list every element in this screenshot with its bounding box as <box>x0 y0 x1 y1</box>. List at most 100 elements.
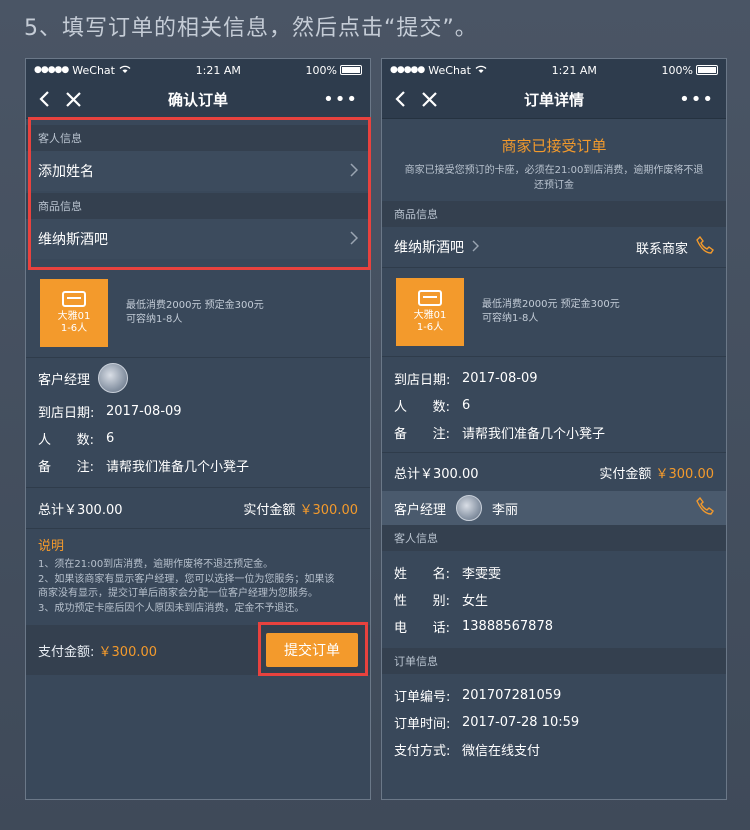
pay-method-row: 支付方式: 微信在线支付 <box>382 736 726 763</box>
back-icon[interactable] <box>394 88 406 112</box>
actual-label: 实付金额 <box>243 502 296 518</box>
status-time: 1:21 AM <box>551 63 597 77</box>
instruction-heading: 5、填写订单的相关信息，然后点击“提交”。 <box>24 16 478 41</box>
carrier-label: WeChat <box>428 63 471 77</box>
phone-label-b: 话: <box>432 621 450 636</box>
gender-value: 女生 <box>462 594 489 609</box>
phone-row: 电 话: 13888567878 <box>382 613 726 640</box>
highlight-box-submit <box>258 622 368 676</box>
people-label-b: 数: <box>432 400 450 415</box>
phone-label-a: 电 <box>394 621 408 636</box>
people-label-a: 人 <box>394 400 408 415</box>
close-icon[interactable] <box>66 88 81 112</box>
order-section-label: 订单信息 <box>382 648 726 674</box>
manager-row: 客户经理 李丽 <box>382 491 726 525</box>
signal-icon: ●●●●● <box>390 65 425 75</box>
call-manager-icon[interactable] <box>696 496 714 519</box>
carrier-label: WeChat <box>72 63 115 77</box>
name-label-a: 姓 <box>394 567 408 582</box>
pay-method-label: 支付方式: <box>394 744 451 759</box>
note-line-2b: 商家没有显示，提交订单后商家会分配一位客户经理为您服务。 <box>38 588 318 599</box>
product-card: 大雅01 1-6人 最低消费2000元 预定金300元 可容纳1-8人 <box>382 268 726 357</box>
remark-value: 请帮我们准备几个小凳子 <box>106 460 250 475</box>
accepted-desc-2: 还预订金 <box>534 179 574 191</box>
note-text: 1、须在21:00到店消费，逾期作废将不退还预定金。 2、如果该商家有显示客户经… <box>26 558 370 616</box>
guest-section-label: 客人信息 <box>382 525 726 551</box>
battery-percent: 100% <box>305 63 337 77</box>
manager-label: 客户经理 <box>394 502 447 518</box>
venue-name: 维纳斯酒吧 <box>394 240 464 256</box>
thumb-line2: 1-6人 <box>60 323 88 334</box>
remark-label-a: 备 <box>38 460 52 475</box>
product-card: 大雅01 1-6人 最低消费2000元 预定金300元 可容纳1-8人 <box>26 269 370 358</box>
capacity: 可容纳1-8人 <box>126 314 183 325</box>
manager-row[interactable]: 客户经理 <box>26 358 370 398</box>
remark-label-b: 注: <box>432 427 450 442</box>
close-icon[interactable] <box>422 88 437 112</box>
product-thumbnail: 大雅01 1-6人 <box>40 279 108 347</box>
gender-label-a: 性 <box>394 594 408 609</box>
wifi-icon <box>119 64 131 77</box>
chevron-right-icon <box>468 240 480 256</box>
note-line-1: 1、须在21:00到店消费，逾期作废将不退还预定金。 <box>38 559 274 570</box>
note-line-2a: 2、如果该商家有显示客户经理，您可以选择一位为您服务；如果该 <box>38 573 335 585</box>
phone-icon <box>696 235 714 258</box>
manager-avatar[interactable] <box>98 363 129 393</box>
order-time-label: 订单时间: <box>394 717 451 732</box>
status-bar: ●●●●● WeChat 1:21 AM 100% <box>26 59 370 81</box>
contact-merchant-button[interactable]: 联系商家 <box>635 235 714 258</box>
name-value: 李雯雯 <box>462 567 502 582</box>
date-label: 到店日期: <box>394 373 451 388</box>
page-title: 订单详情 <box>523 91 584 109</box>
date-value: 2017-08-09 <box>106 404 182 419</box>
total-label: 总计￥300.00 <box>38 502 123 518</box>
total-row: 总计￥300.00 实付金额 ￥300.00 <box>26 488 370 528</box>
order-no-label: 订单编号: <box>394 690 451 705</box>
product-thumbnail: 大雅01 1-6人 <box>396 278 464 346</box>
more-icon[interactable]: ••• <box>288 89 358 110</box>
actual-value: ￥300.00 <box>299 502 359 518</box>
thumb-line1: 大雅01 <box>57 310 91 322</box>
status-bar: ●●●●● WeChat 1:21 AM 100% <box>382 59 726 81</box>
battery-icon <box>696 65 718 75</box>
phone-value: 13888567878 <box>462 619 553 634</box>
remark-row: 备 注: 请帮我们准备几个小凳子 <box>26 452 370 479</box>
signal-icon: ●●●●● <box>34 65 69 75</box>
note-title: 说明 <box>38 539 65 554</box>
order-no-row: 订单编号: 201707281059 <box>382 682 726 709</box>
gender-label-b: 别: <box>432 594 450 609</box>
manager-avatar <box>456 495 483 521</box>
people-label-a: 人 <box>38 433 52 448</box>
remark-row: 备 注: 请帮我们准备几个小凳子 <box>382 419 726 446</box>
name-label-b: 名: <box>432 567 450 582</box>
note-line-3: 3、成功预定卡座后因个人原因未到店消费，定金不予退还。 <box>38 602 305 614</box>
order-accepted-desc: 商家已接受您预订的卡座，必须在21:00到店消费，逾期作废将不退 还预订金 <box>382 164 726 193</box>
people-row: 人 数: 6 <box>382 392 726 419</box>
actual-value: ￥300.00 <box>655 466 715 482</box>
people-label-b: 数: <box>76 433 94 448</box>
accepted-desc-1: 商家已接受您预订的卡座，必须在21:00到店消费，逾期作废将不退 <box>404 165 704 176</box>
date-row: 到店日期: 2017-08-09 <box>382 365 726 392</box>
sofa-icon <box>418 289 442 306</box>
date-label: 到店日期: <box>38 406 95 421</box>
date-row: 到店日期: 2017-08-09 <box>26 398 370 425</box>
contact-label: 联系商家 <box>635 241 688 257</box>
name-row: 姓 名: 李雯雯 <box>382 559 726 586</box>
order-accepted-title: 商家已接受订单 <box>501 137 607 155</box>
thumb-line2: 1-6人 <box>416 322 444 333</box>
pay-value: ￥300.00 <box>98 644 158 660</box>
venue-link[interactable]: 维纳斯酒吧 <box>394 237 480 257</box>
wifi-icon <box>475 64 487 77</box>
total-row: 总计￥300.00 实付金额 ￥300.00 <box>382 453 726 491</box>
more-icon[interactable]: ••• <box>644 89 714 110</box>
venue-row: 维纳斯酒吧 联系商家 <box>382 227 726 267</box>
people-value: 6 <box>462 398 471 413</box>
total-label: 总计￥300.00 <box>394 466 479 482</box>
nav-bar: 确认订单 ••• <box>26 81 370 119</box>
min-spend: 最低消费2000元 预定金300元 <box>126 299 264 311</box>
remark-label-a: 备 <box>394 427 408 442</box>
manager-name: 李丽 <box>492 502 519 518</box>
back-icon[interactable] <box>38 88 50 112</box>
manager-label: 客户经理 <box>38 372 91 388</box>
actual-label: 实付金额 <box>599 466 652 482</box>
